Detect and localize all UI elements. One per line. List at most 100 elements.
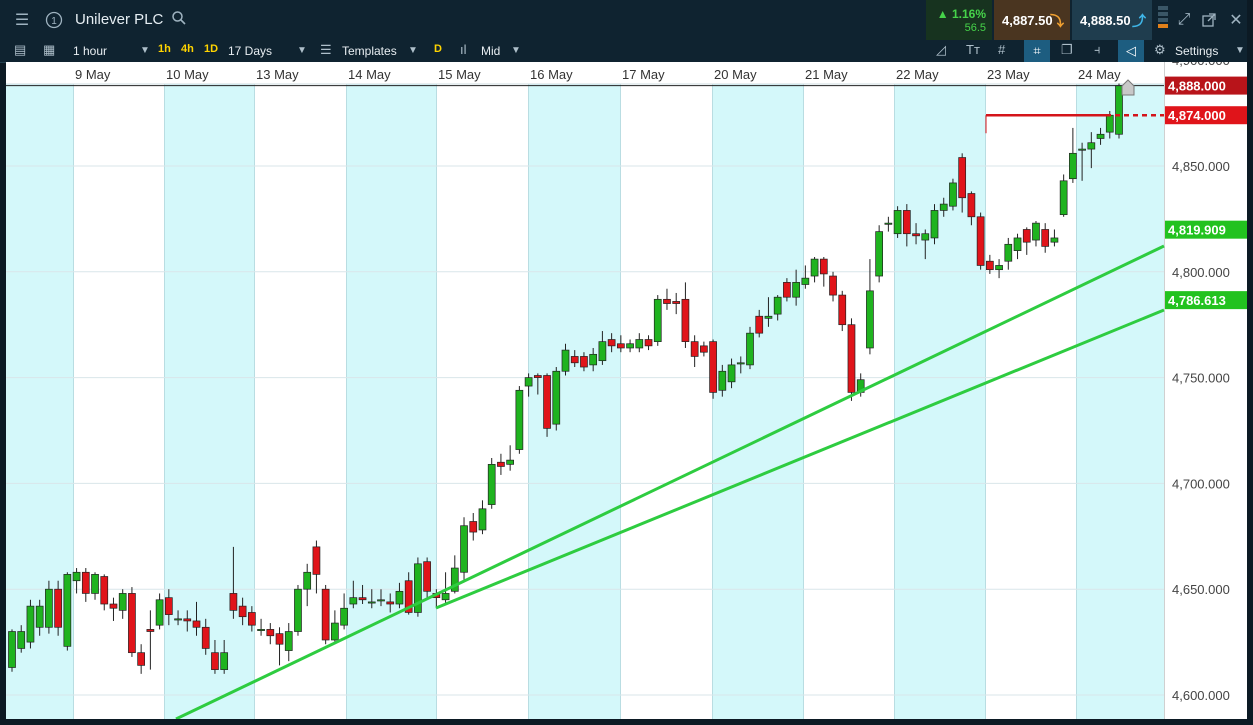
date-label: 10 May [166,67,209,82]
candle-body [340,607,348,626]
candle-body [192,620,201,628]
candle-body [866,290,874,349]
candle-body [801,277,810,285]
candle-body [912,233,920,237]
candle-body [736,362,745,365]
expand-icon[interactable]: ⤢ [1170,6,1198,34]
chevron-down-icon[interactable]: ▼ [511,45,521,56]
change-percent: ▲ 1.16% [936,7,986,21]
candle-body [128,593,136,654]
settings-icon[interactable]: ⚙ [1154,42,1166,58]
candle-body [395,590,404,605]
candle-body [377,599,385,602]
candle-body [312,546,321,575]
candle-body [248,612,256,626]
interval-1d[interactable]: 1D [204,43,218,55]
price-tick-label: 4,750.000 [1172,371,1230,386]
instrument-title[interactable]: Unilever PLC [75,11,163,28]
search-icon[interactable] [171,10,187,30]
price-label-icon[interactable]: ◁ [1118,40,1144,62]
chevron-down-icon[interactable]: ▼ [297,45,307,56]
chevron-down-icon[interactable]: ▼ [408,45,418,56]
list-icon[interactable]: ▤ [14,42,26,58]
layers-icon[interactable]: ❐ [1061,42,1073,58]
menu-icon[interactable]: ☰ [8,6,36,34]
templates-button[interactable]: Templates [342,44,397,58]
candle-body [441,593,450,601]
price-tick-label: 4,700.000 [1172,476,1230,491]
candle-body [386,601,395,605]
candle-body [598,341,607,362]
price-tick-label: 4,650.000 [1172,582,1230,597]
depth-meter-icon [1158,6,1168,36]
candle-body [589,353,598,366]
candle-body [580,356,588,368]
candle-body [653,298,662,342]
date-label: 24 May [1078,67,1121,82]
settings-button[interactable]: Settings [1175,44,1218,58]
interval-1h[interactable]: 1h [158,43,171,55]
popout-icon[interactable] [1195,6,1223,34]
price-tag-current: 4,888.000 [1168,79,1226,94]
candle-body [690,341,699,357]
candle-body [1004,243,1013,262]
candle-body [727,364,736,383]
candle-body [902,210,911,235]
candle-body [1105,114,1114,133]
sell-button[interactable]: 4,887.50 ⤵ [994,0,1070,40]
candle-body [349,597,358,605]
range-select[interactable]: 17 Days [228,44,272,58]
chevron-down-icon[interactable]: ▼ [140,45,150,56]
date-label: 16 May [530,67,573,82]
interval-select[interactable]: 1 hour [73,44,107,58]
candle-body [164,597,173,615]
close-icon[interactable]: ✕ [1222,6,1250,34]
candle-body [137,652,145,666]
candle-body [985,260,994,271]
candle-body [63,574,72,647]
interval-4h[interactable]: 4h [181,43,194,55]
candle-body [524,377,533,387]
chevron-down-icon[interactable]: ▼ [1235,45,1245,56]
date-label: 21 May [805,67,848,82]
draw-line-icon[interactable]: ◿ [936,42,946,58]
crosshair-icon[interactable]: ⌗ [1024,40,1050,62]
candle-body [792,282,800,298]
candle-body [81,571,90,594]
candle-body [100,576,109,605]
d-badge[interactable]: D [434,43,442,55]
candle-body [1096,133,1105,139]
price-chart[interactable]: 9 May 10 May 13 May 14 May 15 May 16 May 17 Ma… [6,62,1247,719]
candle-body [663,298,671,304]
candlestick-chart[interactable]: 9 May 10 May 13 May 14 May 15 May 16 May 17 Ma… [6,62,1247,719]
candle-body [635,339,644,349]
candle-body [460,525,468,573]
price-type-select[interactable]: Mid [481,44,500,58]
candle-body [303,571,312,590]
grid-icon[interactable]: # [998,42,1005,57]
candle-body [284,631,293,651]
candle-body [1041,229,1050,247]
candle-body [829,275,837,296]
candle-body [561,349,570,372]
candle-body [533,375,542,378]
linked-window-icon[interactable]: 1 [40,6,68,34]
candle-body [72,571,81,582]
candle-body [469,521,478,533]
buy-button[interactable]: 4,888.50 ⤴ [1072,0,1152,40]
candle-body [54,588,62,628]
indicator-icon[interactable]: ⫞ [1094,42,1101,58]
layout-grid-icon[interactable]: ▦ [43,42,55,58]
candle-body [718,370,727,391]
buy-arrow-icon: ⤴ [1132,13,1146,29]
day-band [346,84,436,719]
candle-body [1069,152,1077,180]
candle-body [893,210,902,235]
candle-body [570,356,579,364]
text-tool-icon[interactable]: Tт [966,42,980,57]
date-label: 15 May [438,67,481,82]
candle-body [967,193,976,218]
candle-body [939,203,948,211]
candle-body [764,315,773,319]
candle-body [672,301,681,304]
